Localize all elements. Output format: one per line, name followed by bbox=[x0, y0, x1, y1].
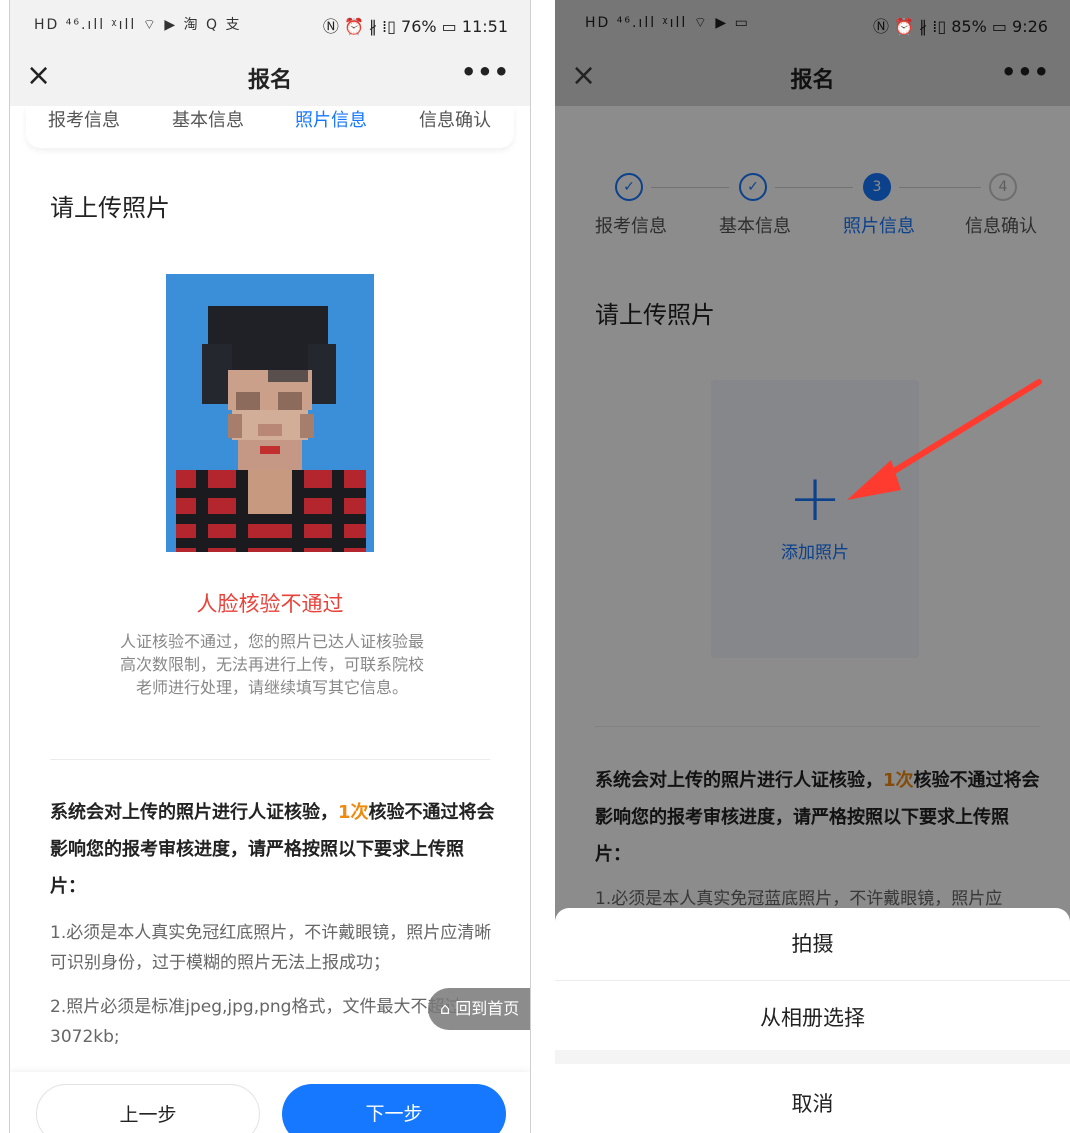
status-right: Ⓝ ⏰ ∦ ⁞▯ 76% ▭ 11:51 bbox=[322, 17, 508, 36]
status-icons: HD ⁴⁶.ıll ᵡıll ⌔ ▶ 淘 Q 支 bbox=[34, 17, 242, 33]
take-photo-option[interactable]: 拍摄 bbox=[555, 908, 1070, 980]
step-tabs: 报考信息 基本信息 照片信息 信息确认 bbox=[26, 106, 514, 148]
sheet-gap bbox=[555, 1050, 1070, 1064]
right-phone-screen: ✓ ✓ 3 4 报考信息 基本信息 照片信息 信息确认 请上传照片 + 添加照片… bbox=[555, 0, 1070, 1133]
step-label-exam-info: 报考信息 bbox=[48, 110, 120, 131]
action-sheet: 拍摄 从相册选择 取消 bbox=[555, 908, 1070, 1133]
divider bbox=[50, 759, 490, 760]
sheet-divider bbox=[555, 980, 1070, 981]
requirement-item-1: 1.必须是本人真实免冠红底照片，不许戴眼镜，照片应清晰可识别身份，过于模糊的照片… bbox=[50, 923, 492, 973]
fail-description: 人证核验不通过，您的照片已达人证核验最高次数限制，无法再进行上传，可联系院校老师… bbox=[119, 632, 424, 697]
title-bar: × 报名 ••• bbox=[10, 48, 530, 106]
cancel-option[interactable]: 取消 bbox=[555, 1068, 1070, 1133]
uploaded-photo[interactable] bbox=[166, 274, 374, 552]
step-label-basic-info: 基本信息 bbox=[172, 110, 244, 131]
section-title: 请上传照片 bbox=[50, 194, 170, 222]
home-icon: ⌂ bbox=[440, 999, 456, 1018]
pixelated-portrait-icon bbox=[166, 274, 374, 552]
back-to-home-button[interactable]: ⌂ 回到首页 bbox=[428, 988, 530, 1030]
step-label-photo-info: 照片信息 bbox=[295, 110, 367, 131]
more-icon[interactable]: ••• bbox=[461, 58, 510, 86]
choose-from-album-option[interactable]: 从相册选择 bbox=[555, 982, 1070, 1054]
requirement-notice: 系统会对上传的照片进行人证核验，1次核验不通过将会影响您的报考审核进度，请严格按… bbox=[50, 794, 498, 905]
status-bar: HD ⁴⁶.ıll ᵡıll ⌔ ▶ 淘 Q 支 Ⓝ ⏰ ∦ ⁞▯ 76% ▭ … bbox=[10, 0, 530, 48]
fail-title: 人脸核验不通过 bbox=[196, 592, 344, 616]
prev-step-button[interactable]: 上一步 bbox=[36, 1084, 260, 1133]
page-title: 报名 bbox=[247, 68, 292, 93]
left-phone-screen: HD ⁴⁶.ıll ᵡıll ⌔ ▶ 淘 Q 支 Ⓝ ⏰ ∦ ⁞▯ 76% ▭ … bbox=[9, 0, 531, 1133]
next-step-button[interactable]: 下一步 bbox=[282, 1084, 506, 1133]
step-label-confirm: 信息确认 bbox=[419, 110, 491, 131]
bottom-bar: 上一步 下一步 bbox=[10, 1072, 530, 1133]
notice-count: 1次 bbox=[338, 802, 369, 823]
home-button-label: 回到首页 bbox=[455, 999, 520, 1018]
notice-text-pre: 系统会对上传的照片进行人证核验， bbox=[50, 802, 338, 823]
